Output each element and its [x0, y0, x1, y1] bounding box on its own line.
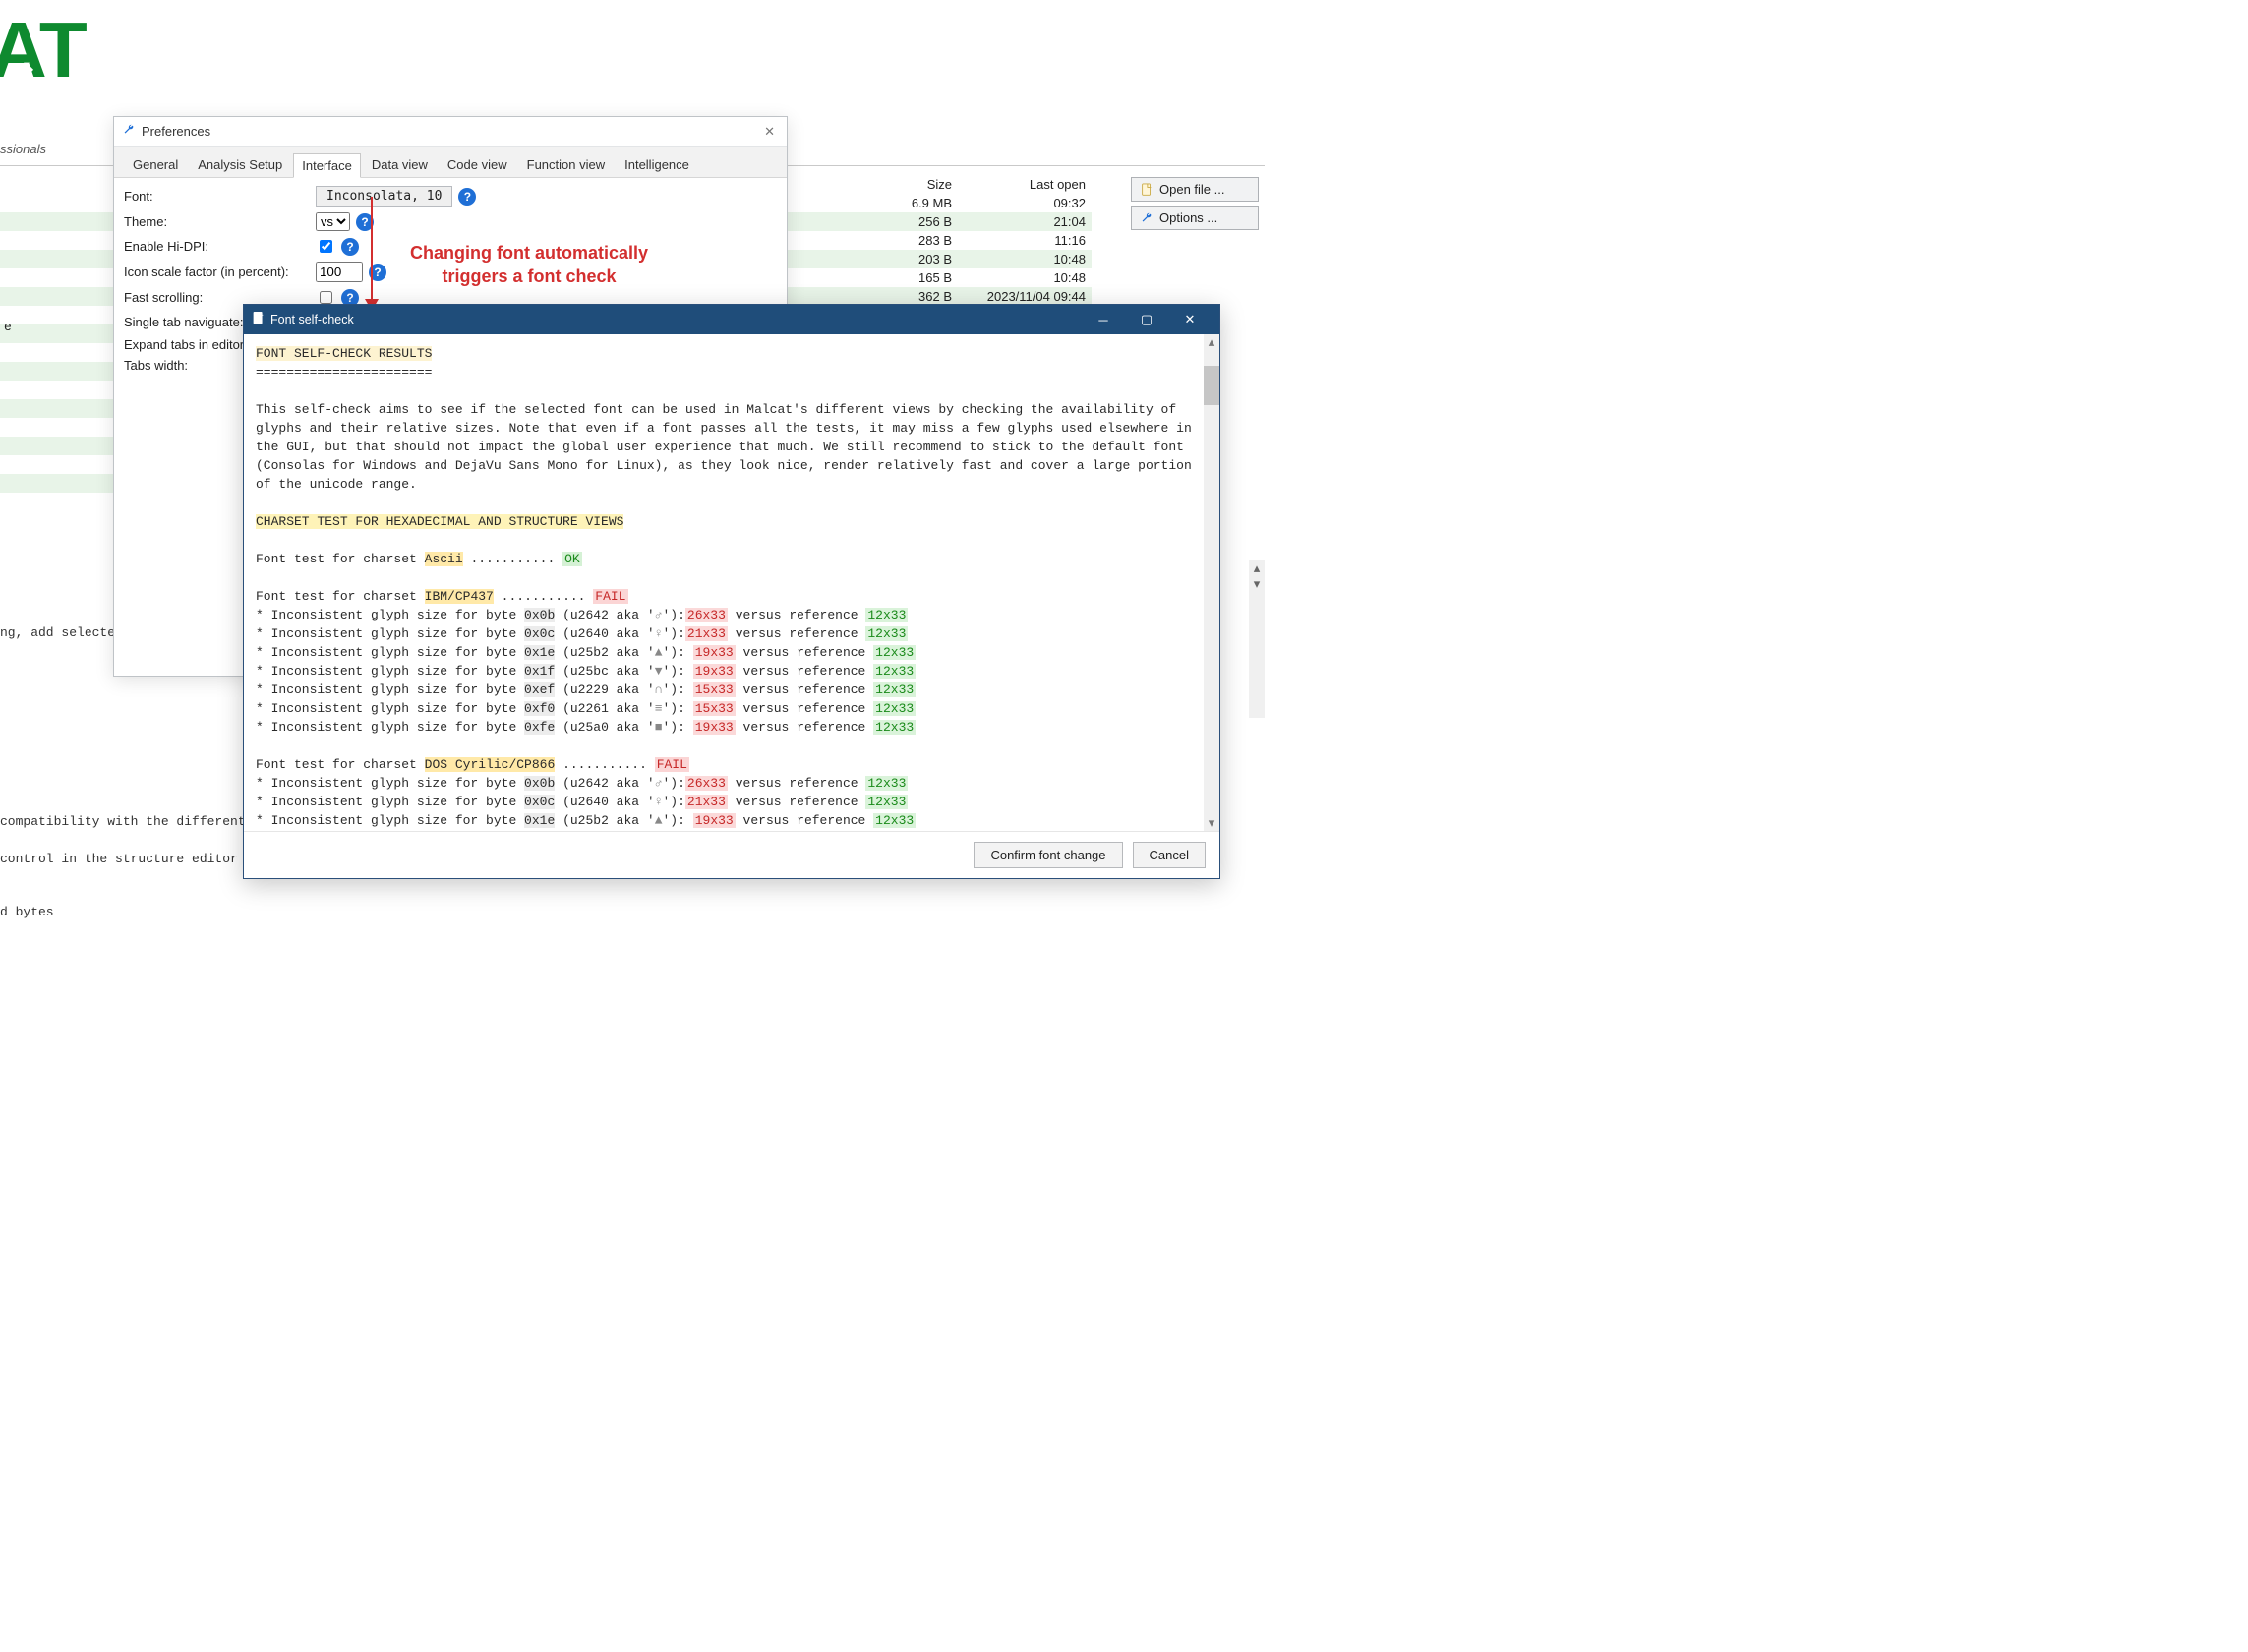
minimize-button[interactable]: ─	[1082, 305, 1125, 334]
wrench-icon	[122, 123, 136, 140]
tab-general[interactable]: General	[124, 152, 187, 177]
fastscroll-label: Fast scrolling:	[124, 290, 316, 305]
selfcheck-output: FONT SELF-CHECK RESULTS=================…	[244, 334, 1204, 831]
annotation-text: Changing font automatically triggers a f…	[382, 241, 677, 289]
tab-code-view[interactable]: Code view	[439, 152, 516, 177]
font-select-button[interactable]: Inconsolata, 10	[316, 186, 452, 206]
help-icon[interactable]: ?	[458, 188, 476, 206]
column-header-size[interactable]: Size	[895, 175, 964, 194]
tab-interface[interactable]: Interface	[293, 153, 361, 178]
close-button[interactable]: ✕	[760, 124, 779, 140]
cancel-button[interactable]: Cancel	[1133, 842, 1206, 868]
annotation-arrow	[371, 197, 373, 303]
app-logo-fragment: AT	[0, 5, 86, 95]
close-button[interactable]: ✕	[1168, 305, 1212, 334]
column-header-lastopen[interactable]: Last open	[964, 175, 1092, 194]
text-fragment: control in the structure editor (qui	[0, 852, 276, 866]
scrollbar-thumb[interactable]	[1204, 366, 1219, 405]
tab-function-view[interactable]: Function view	[518, 152, 614, 177]
text-fragment: e	[4, 320, 12, 334]
fastscroll-checkbox[interactable]	[320, 291, 332, 304]
window-title: Font self-check	[270, 313, 354, 326]
preferences-tabs: General Analysis Setup Interface Data vi…	[114, 147, 787, 178]
cursor-icon: ⬉	[22, 57, 34, 77]
iconscale-input[interactable]	[316, 262, 363, 282]
theme-label: Theme:	[124, 214, 316, 229]
text-fragment: d bytes	[0, 905, 54, 919]
hidpi-checkbox[interactable]	[320, 240, 332, 253]
confirm-font-change-button[interactable]: Confirm font change	[974, 842, 1122, 868]
help-icon[interactable]: ?	[341, 238, 359, 256]
theme-select[interactable]: vs	[316, 212, 350, 231]
options-button[interactable]: Options ...	[1131, 206, 1259, 230]
wrench-icon	[1140, 211, 1154, 225]
iconscale-label: Icon scale factor (in percent):	[124, 265, 316, 279]
font-label: Font:	[124, 189, 316, 204]
text-fragment: ng, add selected	[0, 625, 123, 640]
scrollbar-vertical[interactable]: ▴ ▾	[1204, 334, 1219, 831]
text-fragment: compatibility with the different cha	[0, 814, 276, 829]
dialog-title: Preferences	[142, 124, 210, 139]
hidpi-label: Enable Hi-DPI:	[124, 239, 316, 254]
scroll-down-icon[interactable]: ▾	[1204, 815, 1219, 831]
tab-intelligence[interactable]: Intelligence	[616, 152, 698, 177]
scrollbar-vertical[interactable]: ▴ ▾	[1249, 560, 1265, 718]
scroll-up-icon[interactable]: ▴	[1204, 334, 1219, 350]
maximize-button[interactable]: ▢	[1125, 305, 1168, 334]
document-icon	[1140, 183, 1154, 197]
font-selfcheck-window: Font self-check ─ ▢ ✕ FONT SELF-CHECK RE…	[243, 304, 1220, 879]
tab-data-view[interactable]: Data view	[363, 152, 437, 177]
open-file-button[interactable]: Open file ...	[1131, 177, 1259, 202]
document-icon	[252, 311, 265, 328]
tab-analysis-setup[interactable]: Analysis Setup	[189, 152, 291, 177]
subtitle-fragment: ssionals	[0, 142, 46, 156]
scroll-up-icon[interactable]: ▴	[1249, 560, 1265, 576]
scroll-down-icon[interactable]: ▾	[1249, 576, 1265, 592]
